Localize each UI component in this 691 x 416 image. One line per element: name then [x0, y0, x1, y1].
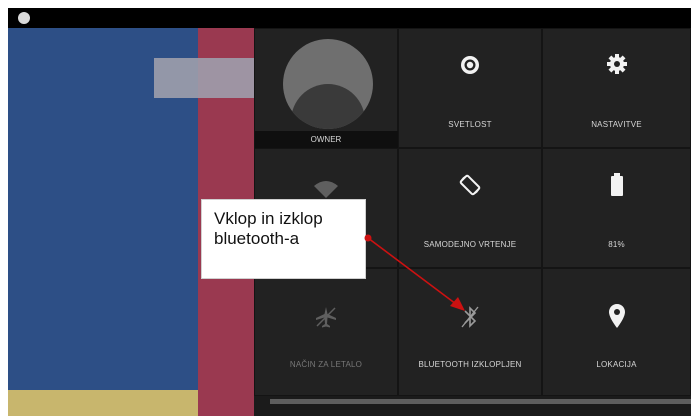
owner-avatar: [283, 39, 373, 129]
tile-airplane-mode-label: NAČIN ZA LETALO: [289, 360, 363, 369]
tile-settings-label: NASTAVITVE: [591, 120, 642, 129]
tile-battery-label: 81%: [608, 240, 625, 249]
tile-airplane-mode[interactable]: NAČIN ZA LETALO: [254, 268, 398, 396]
airplane-icon: [314, 305, 338, 334]
tile-owner[interactable]: OWNER: [254, 28, 399, 149]
tile-bluetooth-label: BLUETOOTH IZKLOPLJEN: [418, 360, 522, 369]
rotate-icon: [458, 173, 482, 202]
gear-icon: [606, 53, 628, 80]
brightness-icon: [458, 53, 482, 82]
callout-line-2: bluetooth-a: [214, 229, 300, 248]
notification-icon: [18, 12, 30, 24]
tile-bluetooth[interactable]: BLUETOOTH IZKLOPLJEN: [398, 268, 542, 396]
tile-battery[interactable]: 81%: [542, 148, 691, 268]
bluetooth-off-icon: [460, 305, 480, 334]
tile-settings[interactable]: NASTAVITVE: [542, 28, 691, 148]
tile-brightness-label: SVETLOST: [448, 120, 492, 129]
tile-auto-rotate[interactable]: SAMODEJNO VRTENJE: [398, 148, 542, 268]
location-pin-icon: [608, 303, 626, 334]
battery-icon: [610, 173, 624, 202]
annotation-callout: Vklop in izklop bluetooth-a: [201, 199, 366, 279]
tile-location-label: LOKACIJA: [596, 360, 637, 369]
status-bar: [8, 8, 691, 28]
tile-brightness[interactable]: SVETLOST: [398, 28, 542, 148]
tile-location[interactable]: LOKACIJA: [542, 268, 691, 396]
wallpaper-gray-widget: [154, 58, 254, 98]
tile-auto-rotate-label: SAMODEJNO VRTENJE: [423, 240, 517, 249]
owner-label: OWNER: [310, 135, 342, 144]
wallpaper-yellow-area: [8, 390, 198, 416]
callout-line-1: Vklop in izklop: [214, 209, 323, 228]
panel-bottom-handle[interactable]: [270, 399, 691, 404]
